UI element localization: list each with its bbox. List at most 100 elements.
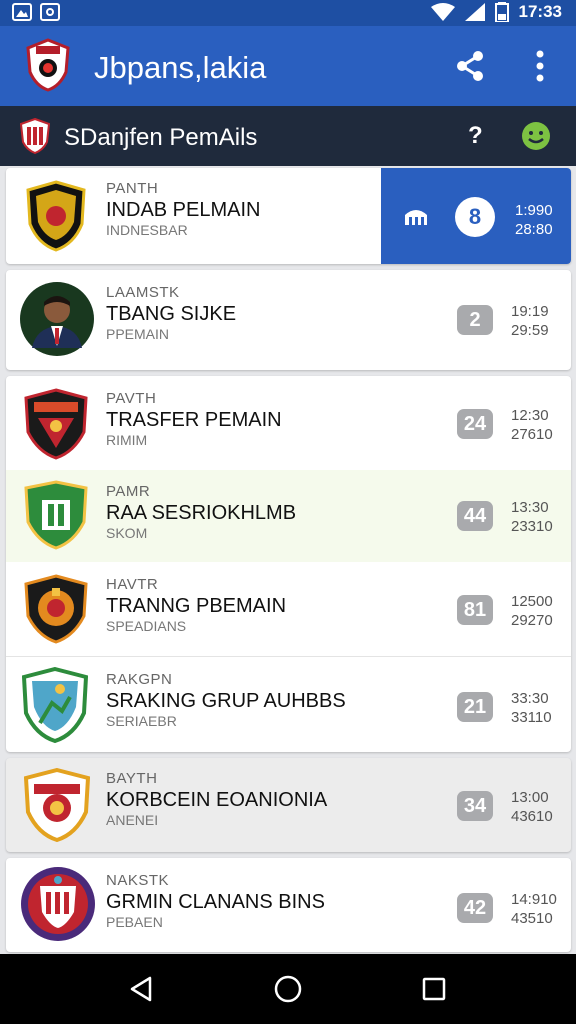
item-subtitle: PPEMAIN [106, 326, 170, 342]
item-stats: 33:30 33110 [511, 689, 552, 727]
item-stat-2: 29270 [511, 612, 553, 629]
item-stat-1: 13:00 [511, 789, 549, 806]
item-stat-1: 33:30 [511, 690, 549, 707]
player-avatar [20, 282, 94, 356]
list-card: BAYTH KORBCEIN EOANIONIA ANENEI 34 13:00… [6, 758, 571, 852]
item-category: PAMR [106, 483, 151, 500]
item-category: NAKSTK [106, 872, 170, 889]
list-item[interactable]: PANTH INDAB PELMAIN INDNESBAR 8 1:990 28… [6, 168, 571, 264]
item-title: RAA SESRIOKHLMB [106, 502, 297, 524]
list-card: NAKSTK GRMIN CLANANS BINS PEBAEN 42 14:9… [6, 858, 571, 952]
stadium-icon [405, 210, 427, 225]
item-category: RAKGPN [106, 671, 173, 688]
list-item[interactable]: RAKGPN SRAKING GRUP AUHBBS SERIAEBR 21 3… [6, 656, 571, 752]
item-stat-1: 12500 [511, 593, 553, 610]
list-item[interactable]: PAVTH TRASFER PEMAIN RIMIM 24 12:30 2761… [6, 376, 571, 470]
item-stat-1: 14:910 [511, 891, 557, 908]
item-title: KORBCEIN EOANIONIA [106, 789, 328, 811]
item-stats: 14:910 43510 [511, 890, 557, 928]
section-title: SDanjfen PemAils [64, 124, 258, 151]
item-title: INDAB PELMAIN [106, 199, 261, 221]
item-stat-1: 12:30 [511, 407, 549, 424]
club-crest-logo [26, 38, 70, 92]
item-category: PANTH [106, 180, 159, 197]
item-count-badge: 24 [457, 409, 493, 439]
photo-notification-icon [12, 3, 32, 21]
item-subtitle: SERIAEBR [106, 713, 177, 729]
item-subtitle: SKOM [106, 525, 148, 541]
wifi-icon [430, 3, 455, 21]
more-vert-icon[interactable] [530, 48, 550, 84]
list-item[interactable]: PAMR RAA SESRIOKHLMB SKOM 44 13:30 23310 [6, 470, 571, 562]
list-item[interactable]: LAAMSTK TBANG SIJKE PPEMAIN 2 19:19 29:5… [6, 270, 571, 370]
item-stat-2: 28:80 [515, 221, 553, 238]
item-stats: 13:30 23310 [511, 498, 553, 536]
share-icon[interactable] [454, 50, 486, 82]
item-subtitle: SPEADIANS [106, 618, 187, 634]
item-title: GRMIN CLANANS BINS [106, 891, 325, 913]
club-crest-icon [24, 768, 90, 842]
clock: 17:33 [518, 2, 562, 21]
selected-highlight: 8 1:990 28:80 [381, 168, 571, 264]
club-crest-icon [26, 180, 86, 252]
club-crest-icon [22, 667, 88, 743]
app-bar: Jbpans,lakia [0, 26, 576, 106]
item-count-badge: 21 [457, 692, 493, 722]
item-subtitle: INDNESBAR [106, 222, 188, 238]
item-title: TRASFER PEMAIN [106, 409, 282, 431]
item-category: PAVTH [106, 390, 157, 407]
item-subtitle: PEBAEN [106, 914, 163, 930]
item-stat-1: 19:19 [511, 303, 549, 320]
item-stat-2: 27610 [511, 426, 553, 443]
list-item[interactable]: HAVTR TRANNG PBEMAIN SPEADIANS 81 12500 … [6, 562, 571, 656]
battery-icon [494, 2, 509, 22]
club-crest-icon [24, 574, 88, 644]
item-category: LAAMSTK [106, 284, 180, 301]
item-count-badge: 2 [457, 305, 493, 335]
item-title: TBANG SIJKE [106, 303, 237, 325]
app-title: Jbpans,lakia [94, 50, 267, 85]
item-count-badge: 34 [457, 791, 493, 821]
item-subtitle: RIMIM [106, 432, 148, 448]
item-stat-2: 43510 [511, 910, 553, 927]
item-title: TRANNG PBEMAIN [106, 595, 287, 617]
home-circle-icon[interactable] [274, 975, 302, 1003]
item-stat-2: 33110 [511, 709, 552, 726]
item-stats: 13:00 43610 [511, 788, 553, 826]
item-stats: 12500 29270 [511, 592, 553, 630]
back-triangle-icon[interactable] [128, 975, 154, 1003]
list-item[interactable]: BAYTH KORBCEIN EOANIONIA ANENEI 34 13:00… [6, 758, 571, 852]
section-header: SDanjfen PemAils ? [0, 106, 576, 166]
item-count-badge: 81 [457, 595, 493, 625]
item-count-badge: 42 [457, 893, 493, 923]
item-stat-1: 13:30 [511, 499, 549, 516]
status-bar: 17:33 [0, 0, 576, 26]
item-count-badge: 44 [457, 501, 493, 531]
list-item[interactable]: NAKSTK GRMIN CLANANS BINS PEBAEN 42 14:9… [6, 858, 571, 952]
item-stats: 19:19 29:59 [511, 302, 549, 340]
item-title: SRAKING GRUP AUHBBS [106, 690, 346, 712]
system-nav-bar [0, 954, 576, 1024]
club-crest-icon [24, 480, 88, 550]
help-icon[interactable]: ? [468, 122, 483, 150]
item-category: HAVTR [106, 576, 159, 593]
gallery-notification-icon [40, 3, 60, 21]
club-crest-icon [24, 388, 88, 460]
smile-icon[interactable] [521, 121, 551, 151]
item-stat-2: 43610 [511, 808, 553, 825]
item-stat-1: 1:990 [515, 202, 553, 219]
club-crest-icon [21, 867, 95, 941]
list-card: PAVTH TRASFER PEMAIN RIMIM 24 12:30 2761… [6, 376, 571, 752]
signal-icon [464, 3, 485, 21]
item-category: BAYTH [106, 770, 158, 787]
list-card: LAAMSTK TBANG SIJKE PPEMAIN 2 19:19 29:5… [6, 270, 571, 370]
item-stats: 12:30 27610 [511, 406, 553, 444]
item-stats: 1:990 28:80 [515, 201, 553, 239]
section-crest-icon [20, 118, 50, 154]
item-stat-2: 23310 [511, 518, 553, 535]
item-stat-2: 29:59 [511, 322, 549, 339]
recents-square-icon[interactable] [422, 977, 446, 1001]
player-list: PANTH INDAB PELMAIN INDNESBAR 8 1:990 28… [0, 166, 576, 954]
item-count-badge: 8 [455, 197, 495, 237]
list-card: PANTH INDAB PELMAIN INDNESBAR 8 1:990 28… [6, 168, 571, 264]
